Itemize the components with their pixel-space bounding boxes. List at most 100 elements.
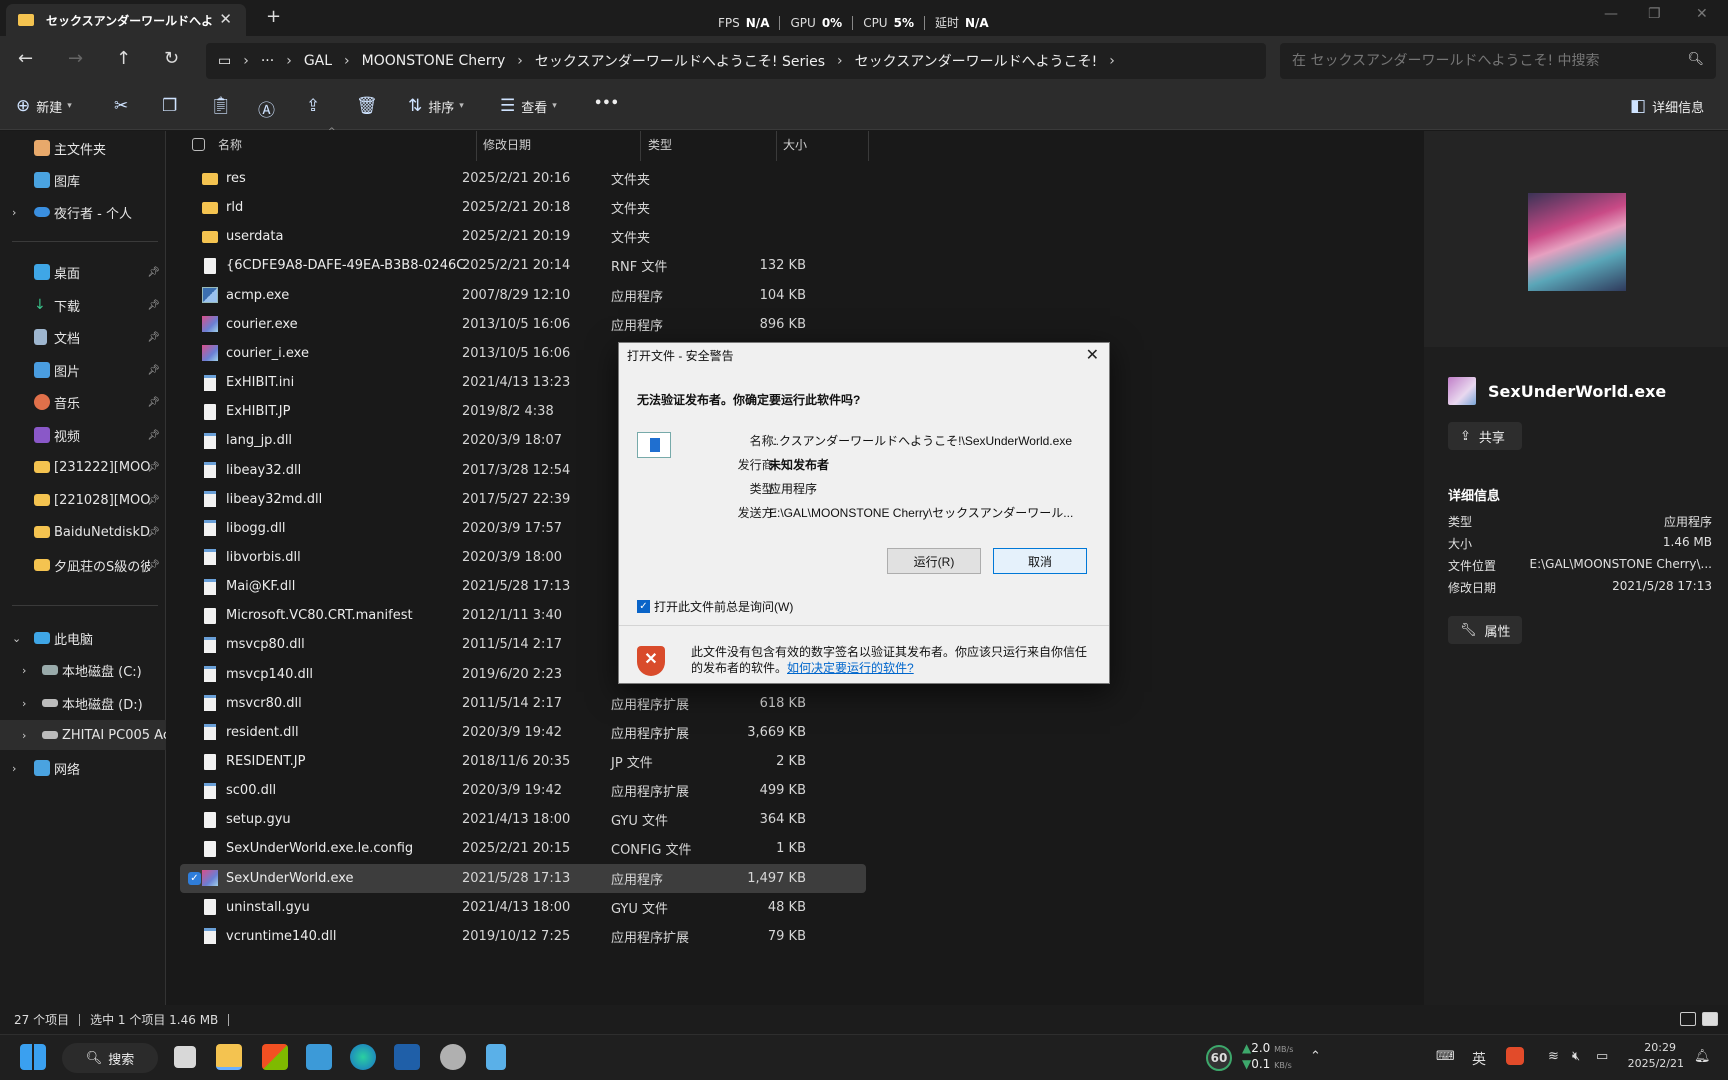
select-all-checkbox[interactable] bbox=[192, 138, 205, 151]
always-ask-checkbox[interactable]: ✓ 打开此文件前总是询问(W) bbox=[637, 598, 793, 615]
file-row[interactable]: RESIDENT.JP 2018/11/6 20:35 JP 文件 2 KB bbox=[180, 747, 866, 776]
chevron-right-icon[interactable]: › bbox=[12, 206, 16, 219]
pin-icon[interactable]: 📌︎ bbox=[147, 365, 160, 376]
file-row[interactable]: msvcr80.dll 2011/5/14 2:17 应用程序扩展 618 KB bbox=[180, 689, 866, 718]
breadcrumb-item[interactable]: GAL bbox=[304, 53, 332, 69]
column-header-date[interactable]: 修改日期 bbox=[483, 131, 531, 157]
pin-icon[interactable]: 📌︎ bbox=[147, 332, 160, 343]
tiles-view-icon[interactable] bbox=[1702, 1012, 1718, 1026]
file-row[interactable]: ✓ SexUnderWorld.exe 2021/5/28 17:13 应用程序 1,4… bbox=[180, 863, 866, 893]
chevron-right-icon[interactable]: › bbox=[22, 729, 26, 742]
column-header-size[interactable]: 大小 bbox=[783, 131, 807, 157]
chevron-right-icon[interactable]: › bbox=[1109, 53, 1115, 69]
search-icon[interactable]: 🔍︎ bbox=[1687, 52, 1704, 67]
pin-icon[interactable]: 📌︎ bbox=[147, 397, 160, 408]
breadcrumb-item[interactable]: MOONSTONE Cherry bbox=[362, 53, 506, 69]
file-row[interactable]: vcruntime140.dll 2019/10/12 7:25 应用程序扩展 79 … bbox=[180, 922, 866, 951]
clock-date[interactable]: 2025/2/21 bbox=[1624, 1057, 1684, 1070]
net-badge[interactable]: 60 bbox=[1206, 1045, 1232, 1071]
sidebar-item-folder[interactable]: [231222][MOON 📌︎ bbox=[0, 452, 166, 482]
chevron-right-icon[interactable]: › bbox=[12, 762, 16, 775]
sidebar-item-videos[interactable]: 视频 📌︎ bbox=[0, 420, 166, 450]
sidebar-item-gallery[interactable]: 图库 bbox=[0, 165, 166, 195]
cut-icon[interactable]: ✂ bbox=[114, 96, 134, 116]
pin-icon[interactable]: 📌︎ bbox=[147, 560, 160, 571]
keyboard-icon[interactable]: ⌨ bbox=[1436, 1049, 1455, 1064]
chevron-right-icon[interactable]: › bbox=[344, 53, 350, 69]
breadcrumb-item[interactable]: セックスアンダーワールドへようこそ! bbox=[855, 51, 1098, 71]
more-crumbs-icon[interactable]: ··· bbox=[261, 53, 274, 69]
delete-icon[interactable]: 🗑︎ bbox=[356, 96, 384, 116]
forward-arrow-icon[interactable]: → bbox=[68, 48, 83, 69]
column-header-type[interactable]: 类型 bbox=[648, 131, 672, 157]
file-row[interactable]: courier.exe 2013/10/5 16:06 应用程序 896 KB bbox=[180, 310, 866, 339]
sort-button[interactable]: ⇅ 排序 ▾ bbox=[408, 96, 464, 116]
close-icon[interactable]: ✕ bbox=[1086, 345, 1099, 365]
sidebar-item-music[interactable]: 音乐 📌︎ bbox=[0, 387, 166, 417]
chevron-right-icon[interactable]: › bbox=[243, 53, 249, 69]
explorer-tab[interactable]: セックスアンダーワールドへよ ✕ bbox=[6, 4, 246, 36]
ime-indicator[interactable]: 英 bbox=[1472, 1049, 1486, 1069]
sidebar-item-onedrive[interactable]: › 夜行者 - 个人 bbox=[0, 197, 166, 227]
view-button[interactable]: ☰ 查看 ▾ bbox=[500, 96, 557, 116]
pin-icon[interactable]: 📌︎ bbox=[147, 462, 160, 473]
cancel-button[interactable]: 取消 bbox=[993, 548, 1087, 574]
details-pane-button[interactable]: ◧ 详细信息 bbox=[1630, 96, 1704, 116]
properties-button[interactable]: 🔧︎ 属性 bbox=[1448, 616, 1522, 644]
column-header-name[interactable]: 名称 bbox=[218, 131, 242, 157]
sidebar-item-drive-e[interactable]: › ZHITAI PC005 Act bbox=[0, 720, 166, 750]
notepad-icon[interactable] bbox=[486, 1044, 506, 1070]
pin-icon[interactable]: 📌︎ bbox=[147, 430, 160, 441]
pin-icon[interactable]: 📌︎ bbox=[147, 527, 160, 538]
app-tray-icon[interactable] bbox=[1506, 1047, 1524, 1065]
details-view-icon[interactable] bbox=[1680, 1012, 1696, 1026]
app-icon[interactable] bbox=[394, 1044, 420, 1070]
checkbox-checked-icon[interactable]: ✓ bbox=[637, 600, 650, 613]
minimize-icon[interactable]: — bbox=[1604, 6, 1618, 22]
settings-icon[interactable] bbox=[440, 1044, 466, 1070]
sidebar-item-pictures[interactable]: 图片 📌︎ bbox=[0, 355, 166, 385]
chevron-right-icon[interactable]: › bbox=[517, 53, 523, 69]
up-arrow-icon[interactable]: ↑ bbox=[116, 48, 131, 69]
clock-time[interactable]: 20:29 bbox=[1624, 1041, 1676, 1054]
sidebar-item-desktop[interactable]: 桌面 📌︎ bbox=[0, 257, 166, 287]
help-link[interactable]: 如何决定要运行的软件? bbox=[787, 661, 914, 675]
monitor-icon[interactable]: ▭ bbox=[218, 53, 231, 69]
taskbar-search-button[interactable]: 🔍︎ 搜索 bbox=[62, 1043, 158, 1073]
battery-icon[interactable]: ▭ bbox=[1596, 1049, 1608, 1064]
file-row[interactable]: sc00.dll 2020/3/9 19:42 应用程序扩展 499 KB bbox=[180, 776, 866, 805]
more-options-button[interactable]: ••• bbox=[594, 96, 619, 111]
file-explorer-icon[interactable] bbox=[216, 1044, 242, 1070]
row-checkbox[interactable]: ✓ bbox=[188, 871, 201, 885]
chevron-right-icon[interactable]: › bbox=[22, 697, 26, 710]
file-row[interactable]: rld 2025/2/21 20:18 文件夹 bbox=[180, 193, 866, 222]
new-button[interactable]: ⊕ 新建 ▾ bbox=[16, 96, 72, 116]
sidebar-item-this-pc[interactable]: ⌄ 此电脑 bbox=[0, 623, 166, 653]
pin-icon[interactable]: 📌︎ bbox=[147, 267, 160, 278]
mute-icon[interactable]: 🔇︎ bbox=[1572, 1049, 1580, 1064]
refresh-icon[interactable]: ↻ bbox=[164, 48, 179, 69]
file-row[interactable]: SexUnderWorld.exe.le.config 2025/2/21 20:… bbox=[180, 834, 866, 863]
sidebar-item-folder[interactable]: 夕凪荘のS級の彼 📌︎ bbox=[0, 550, 166, 580]
chevron-down-icon[interactable]: ⌄ bbox=[12, 632, 21, 645]
file-row[interactable]: res 2025/2/21 20:16 文件夹 bbox=[180, 164, 866, 193]
photos-icon[interactable] bbox=[306, 1044, 332, 1070]
back-arrow-icon[interactable]: ← bbox=[18, 48, 33, 69]
sidebar-item-drive-c[interactable]: › 本地磁盘 (C:) bbox=[0, 655, 166, 685]
chevron-right-icon[interactable]: › bbox=[22, 664, 26, 677]
windows-start-icon[interactable] bbox=[20, 1044, 46, 1070]
pin-icon[interactable]: 📌︎ bbox=[147, 495, 160, 506]
sidebar-item-network[interactable]: › 网络 bbox=[0, 753, 166, 783]
file-row[interactable]: resident.dll 2020/3/9 19:42 应用程序扩展 3,669 KB bbox=[180, 718, 866, 747]
sidebar-item-home[interactable]: 主文件夹 bbox=[0, 133, 166, 163]
rename-icon[interactable]: Ⓐ bbox=[258, 96, 281, 121]
notification-icon[interactable]: 🔔︎ bbox=[1694, 1049, 1711, 1064]
file-row[interactable]: userdata 2025/2/21 20:19 文件夹 bbox=[180, 222, 866, 251]
sidebar-item-downloads[interactable]: ↓ 下载 📌︎ bbox=[0, 290, 166, 320]
file-row[interactable]: {6CDFE9A8-DAFE-49EA-B3B8-0246C352...2025… bbox=[180, 251, 866, 280]
chevron-up-icon[interactable]: ⌃ bbox=[1310, 1049, 1321, 1064]
file-row[interactable]: acmp.exe 2007/8/29 12:10 应用程序 104 KB bbox=[180, 281, 866, 310]
breadcrumb[interactable]: ▭ › ··· › GAL › MOONSTONE Cherry › セックスア… bbox=[206, 43, 1266, 79]
file-row[interactable]: uninstall.gyu 2021/4/13 18:00 GYU 文件 48 KB bbox=[180, 893, 866, 922]
sidebar-item-drive-d[interactable]: › 本地磁盘 (D:) bbox=[0, 688, 166, 718]
